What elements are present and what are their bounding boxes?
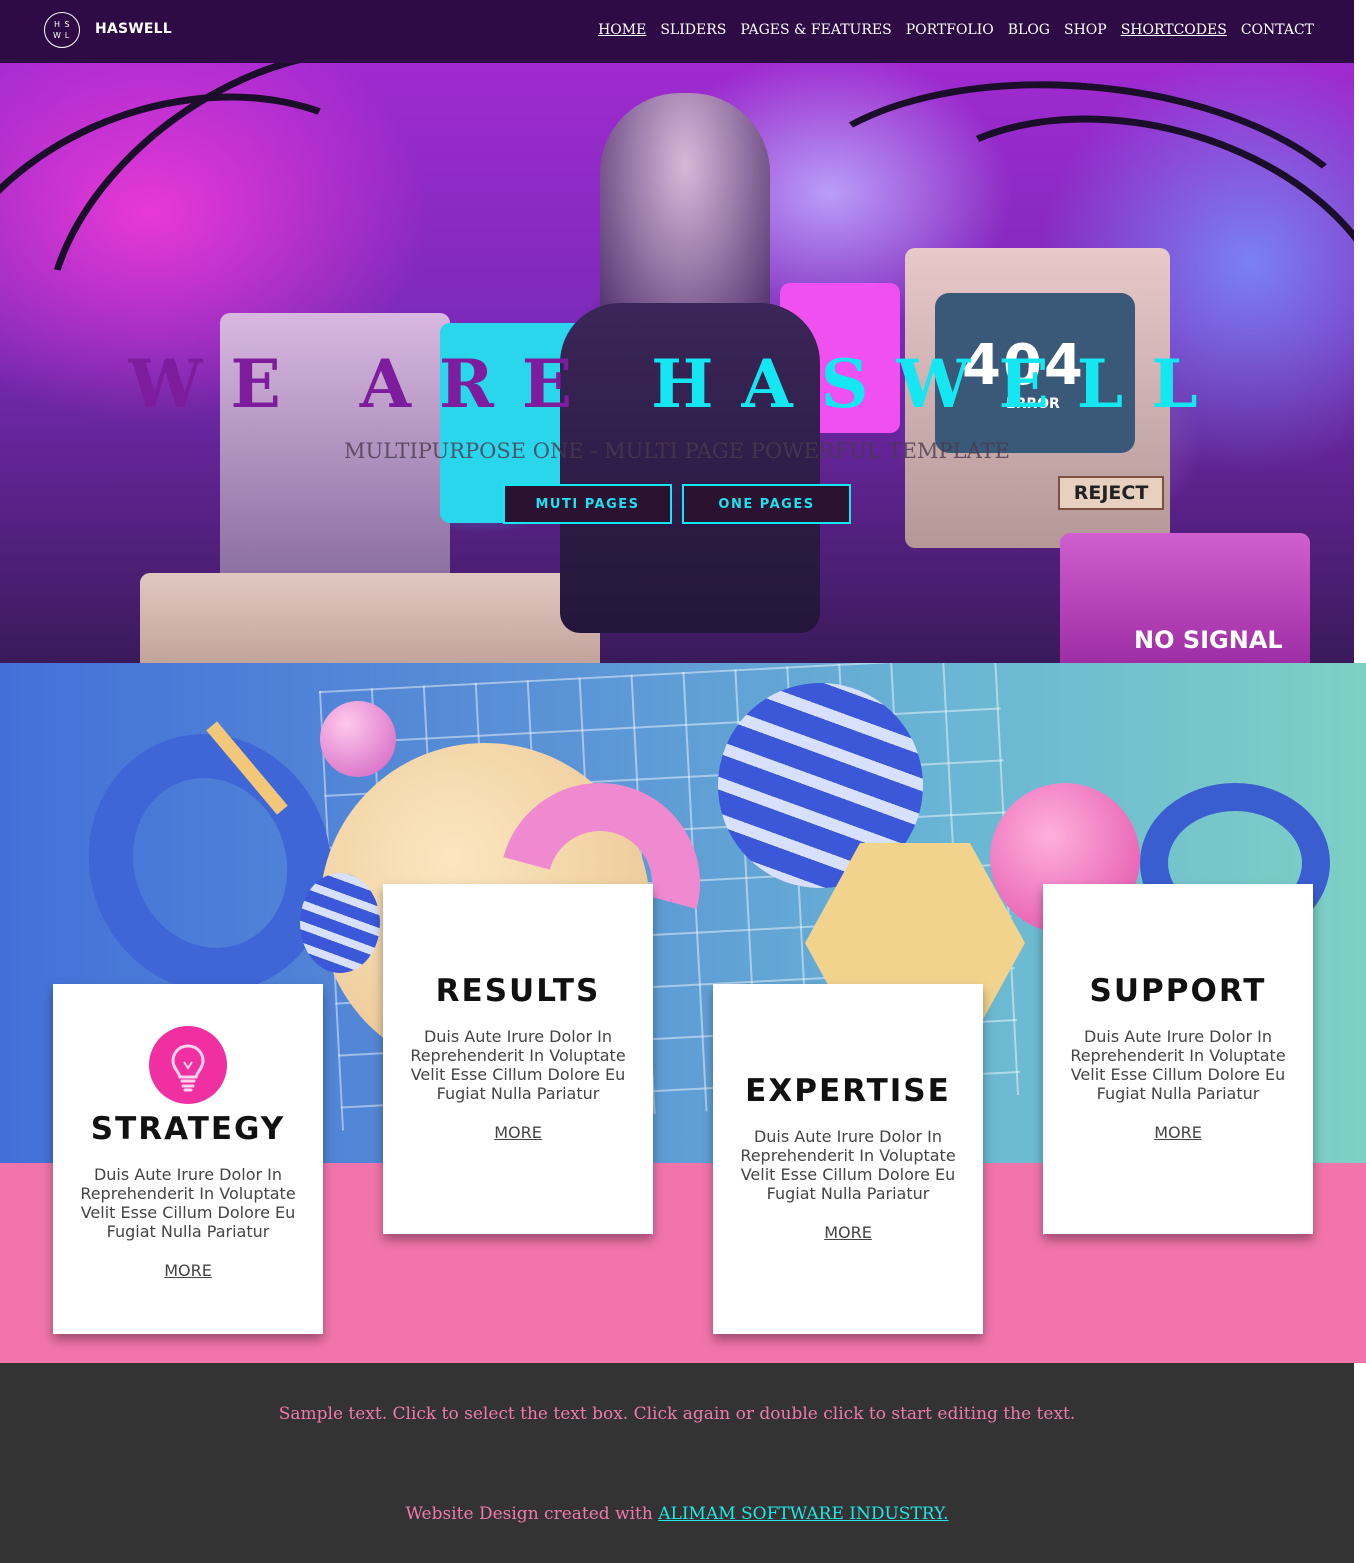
monitor-label-no-signal: NO SIGNAL: [1134, 626, 1283, 654]
card-title: SUPPORT: [1089, 973, 1267, 1009]
card-more-link[interactable]: MORE: [164, 1261, 212, 1280]
nav-home[interactable]: HOME: [598, 22, 646, 38]
hero-subtitle: MULTIPURPOSE ONE - MULTI PAGE POWERFUL T…: [344, 439, 1010, 463]
main-nav: HOME SLIDERS PAGES & FEATURES PORTFOLIO …: [598, 22, 1314, 38]
nav-blog[interactable]: BLOG: [1008, 22, 1050, 38]
hero-title-part1: WE ARE: [128, 345, 601, 423]
card-support: SUPPORT Duis Aute Irure Dolor In Reprehe…: [1043, 884, 1313, 1234]
card-more-link[interactable]: MORE: [494, 1123, 542, 1142]
card-title: EXPERTISE: [745, 1073, 951, 1109]
logo-letter: L: [64, 30, 70, 40]
lightbulb-icon-svg: [171, 1044, 205, 1092]
nav-contact[interactable]: CONTACT: [1241, 22, 1314, 38]
footer-sample-text[interactable]: Sample text. Click to select the text bo…: [0, 1404, 1354, 1424]
nav-pages-features[interactable]: PAGES & FEATURES: [740, 22, 891, 38]
card-strategy: STRATEGY Duis Aute Irure Dolor In Repreh…: [53, 984, 323, 1334]
nav-portfolio[interactable]: PORTFOLIO: [906, 22, 994, 38]
logo-letter: S: [64, 19, 70, 29]
logo-letter: W: [53, 30, 61, 40]
card-text: Duis Aute Irure Dolor In Reprehenderit I…: [740, 1127, 956, 1203]
blue-ring-shape: [52, 699, 368, 1027]
brand-name[interactable]: HASWELL: [95, 21, 172, 37]
logo-badge[interactable]: H S W L: [44, 12, 80, 48]
lightbulb-icon: [149, 1026, 227, 1104]
cyberpunk-figure: [600, 93, 770, 333]
card-title: STRATEGY: [90, 1111, 286, 1147]
features-section: STRATEGY Duis Aute Irure Dolor In Repreh…: [0, 663, 1366, 1363]
footer: Sample text. Click to select the text bo…: [0, 1363, 1354, 1563]
top-navbar: H S W L HASWELL HOME SLIDERS PAGES & FEA…: [0, 0, 1354, 63]
card-title: RESULTS: [435, 973, 601, 1009]
card-expertise: EXPERTISE Duis Aute Irure Dolor In Repre…: [713, 984, 983, 1334]
card-more-link[interactable]: MORE: [824, 1223, 872, 1242]
nav-sliders[interactable]: SLIDERS: [660, 22, 726, 38]
multi-pages-button[interactable]: MUTI PAGES: [503, 484, 672, 524]
hero-title-part2: HASWELL: [651, 345, 1226, 423]
footer-credit: Website Design created with ALIMAM SOFTW…: [0, 1504, 1354, 1524]
small-striped-sphere-shape: [300, 873, 380, 973]
hero-title: WE ARE HASWELL: [0, 345, 1354, 423]
retro-monitor: [140, 573, 600, 663]
card-text: Duis Aute Irure Dolor In Reprehenderit I…: [80, 1165, 296, 1241]
card-results: RESULTS Duis Aute Irure Dolor In Reprehe…: [383, 884, 653, 1234]
pink-ball-shape: [320, 701, 396, 777]
hero-banner: 404 ERROR REJECT NO SIGNAL WE ARE HASWEL…: [0, 63, 1354, 663]
logo-letter: H: [53, 19, 60, 29]
footer-credit-link[interactable]: ALIMAM SOFTWARE INDUSTRY.: [658, 1504, 948, 1524]
monitor-label-reject: REJECT: [1058, 476, 1164, 510]
one-pages-button[interactable]: ONE PAGES: [682, 484, 851, 524]
nav-shortcodes[interactable]: SHORTCODES: [1121, 22, 1227, 38]
card-more-link[interactable]: MORE: [1154, 1123, 1202, 1142]
card-text: Duis Aute Irure Dolor In Reprehenderit I…: [410, 1027, 626, 1103]
card-text: Duis Aute Irure Dolor In Reprehenderit I…: [1070, 1027, 1286, 1103]
nav-shop[interactable]: SHOP: [1064, 22, 1107, 38]
footer-credit-prefix: Website Design created with: [405, 1504, 659, 1524]
